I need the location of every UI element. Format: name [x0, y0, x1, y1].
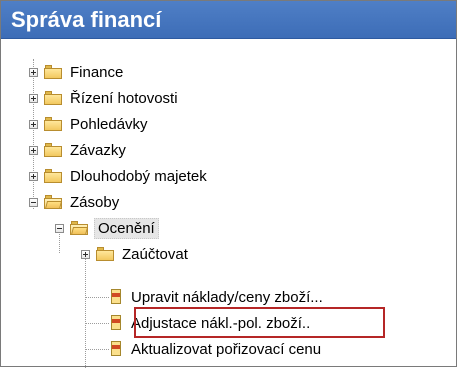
tree-item-label: Pohledávky [70, 115, 148, 133]
tree-item-zavazky[interactable]: Závazky [29, 137, 128, 163]
tree-connector [85, 253, 86, 368]
folder-icon [44, 91, 62, 105]
tree-connector [85, 297, 109, 298]
tree-item-label: Dlouhodobý majetek [70, 167, 207, 185]
folder-icon [44, 65, 62, 79]
expand-icon[interactable] [29, 93, 38, 103]
tree-item-label: Aktualizovat pořizovací cenu [131, 340, 322, 358]
open-folder-icon [70, 221, 89, 235]
expand-icon[interactable] [29, 145, 38, 155]
tree-connector [85, 349, 109, 350]
navigation-pane: Správa financí Finance Řízení hotovosti … [0, 0, 457, 368]
expand-icon[interactable] [29, 171, 38, 181]
tree-item-zasoby[interactable]: Zásoby [29, 189, 121, 215]
report-icon [109, 341, 123, 357]
tree-item-label: Finance [70, 63, 124, 81]
tree-item-aktualizovat[interactable]: Aktualizovat pořizovací cenu [109, 336, 323, 362]
tree-item-label: Řízení hotovosti [70, 89, 178, 107]
highlight-box [134, 307, 385, 338]
tree-item-oceneni[interactable]: Ocenění [55, 215, 159, 241]
tree-item-rizeni-hotovosti[interactable]: Řízení hotovosti [29, 85, 180, 111]
expand-icon[interactable] [29, 119, 38, 129]
open-folder-icon [44, 195, 63, 209]
folder-icon [44, 143, 62, 157]
tree-item-label: Ocenění [94, 217, 159, 239]
collapse-icon[interactable] [29, 197, 38, 207]
folder-icon [44, 169, 62, 183]
tree-item-dlouhodoby-majetek[interactable]: Dlouhodobý majetek [29, 163, 209, 189]
pane-title: Správa financí [1, 1, 456, 39]
folder-icon [96, 247, 114, 261]
expand-icon[interactable] [29, 67, 38, 77]
tree-item-label: Závazky [70, 141, 126, 159]
tree-item-label: Zaúčtovat [122, 245, 188, 263]
report-icon [109, 289, 123, 305]
tree-connector [85, 323, 109, 324]
tree-item-finance[interactable]: Finance [29, 59, 125, 85]
report-icon [109, 315, 123, 331]
folder-icon [44, 117, 62, 131]
expand-icon[interactable] [81, 249, 90, 259]
collapse-icon[interactable] [55, 223, 64, 233]
tree-item-label: Zásoby [70, 193, 120, 211]
tree-item-label: Upravit náklady/ceny zboží... [131, 288, 323, 306]
tree-item-zauctovat[interactable]: Zaúčtovat [81, 241, 190, 267]
tree-item-pohledavky[interactable]: Pohledávky [29, 111, 150, 137]
